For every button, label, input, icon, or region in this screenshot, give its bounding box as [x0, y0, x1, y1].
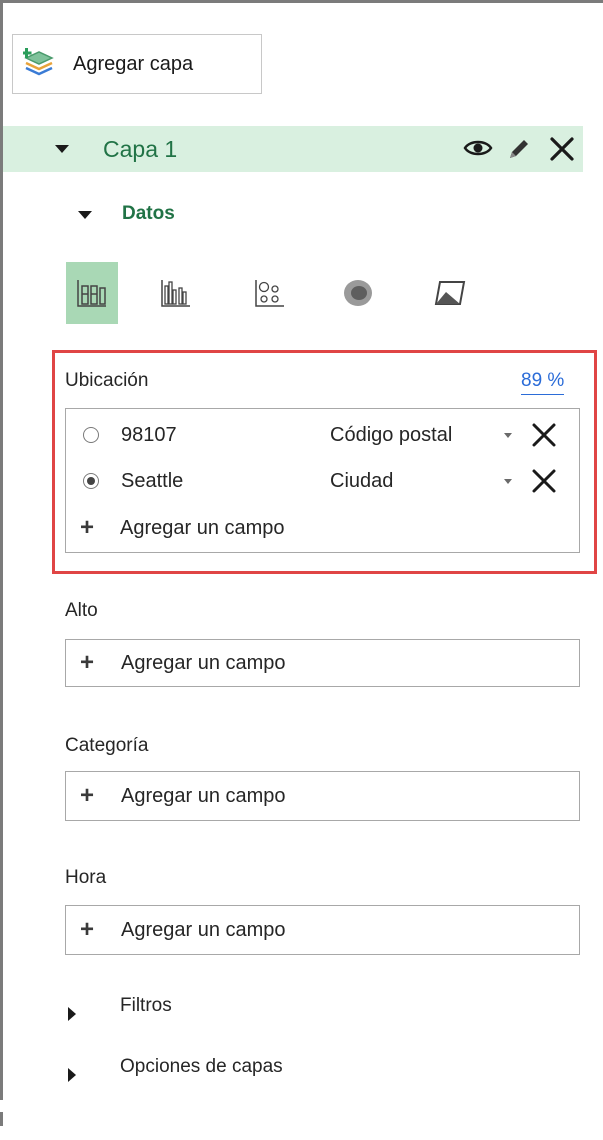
- layer-options-section[interactable]: Opciones de capas: [68, 1056, 283, 1082]
- location-confidence-link[interactable]: 89 %: [521, 370, 565, 395]
- heat-map-icon: [344, 280, 372, 306]
- category-label: Categoría: [65, 735, 149, 756]
- pencil-icon[interactable]: [506, 136, 532, 162]
- filters-section[interactable]: Filtros: [68, 995, 172, 1021]
- plus-icon: +: [80, 514, 95, 541]
- height-label: Alto: [65, 600, 98, 621]
- add-layer-button[interactable]: Agregar capa: [12, 34, 262, 94]
- remove-field-icon[interactable]: [531, 468, 557, 494]
- field-name: Seattle: [121, 469, 184, 492]
- location-field-list: 98107 Código postal Seattle Ciudad + Agr…: [65, 408, 580, 553]
- region-button[interactable]: [424, 262, 476, 324]
- field-radio-seattle[interactable]: [83, 473, 99, 489]
- location-field-row: Seattle Ciudad: [66, 461, 579, 501]
- collapse-layer-icon[interactable]: [55, 145, 69, 153]
- expand-icon[interactable]: [68, 1068, 76, 1082]
- add-field-label: Agregar un campo: [121, 652, 286, 674]
- height-field-box[interactable]: + Agregar un campo: [65, 639, 580, 687]
- filters-label: Filtros: [120, 995, 172, 1016]
- window-frame-top: [0, 0, 603, 3]
- eye-icon[interactable]: [463, 137, 493, 159]
- heat-map-button[interactable]: [332, 262, 384, 324]
- layer-options-label: Opciones de capas: [120, 1056, 283, 1077]
- time-field-box[interactable]: + Agregar un campo: [65, 905, 580, 955]
- plus-icon: +: [80, 782, 95, 809]
- add-layer-icon: [23, 48, 54, 76]
- window-frame-left-tail: [0, 1112, 3, 1126]
- location-label: Ubicación: [65, 370, 149, 391]
- bubble-icon: [255, 280, 284, 307]
- expand-icon[interactable]: [68, 1007, 76, 1021]
- add-layer-label: Agregar capa: [73, 52, 194, 75]
- field-radio-98107[interactable]: [83, 427, 99, 443]
- plus-icon: +: [80, 916, 95, 943]
- layer-header[interactable]: Capa 1: [3, 126, 583, 172]
- bubble-button[interactable]: [244, 262, 296, 324]
- chevron-down-icon[interactable]: [504, 432, 512, 438]
- data-section-label[interactable]: Datos: [122, 203, 175, 225]
- add-field-label: Agregar un campo: [121, 919, 286, 941]
- add-field-label: Agregar un campo: [120, 516, 285, 539]
- field-name: 98107: [121, 423, 177, 446]
- add-field-label: Agregar un campo: [121, 785, 286, 807]
- region-icon: [434, 281, 466, 305]
- time-label: Hora: [65, 867, 107, 888]
- clustered-column-button[interactable]: [150, 262, 202, 324]
- field-type-select[interactable]: Código postal: [330, 424, 452, 447]
- field-type-select[interactable]: Ciudad: [330, 470, 393, 493]
- remove-field-icon[interactable]: [531, 422, 557, 448]
- category-field-box[interactable]: + Agregar un campo: [65, 771, 580, 821]
- collapse-data-icon[interactable]: [78, 211, 92, 219]
- layer-name: Capa 1: [103, 136, 178, 162]
- plus-icon: +: [80, 649, 95, 676]
- location-add-field[interactable]: + Agregar un campo: [66, 508, 579, 548]
- location-field-row: 98107 Código postal: [66, 415, 579, 455]
- chevron-down-icon[interactable]: [504, 478, 512, 484]
- stacked-column-button[interactable]: [66, 262, 118, 324]
- clustered-column-icon: [161, 280, 190, 307]
- stacked-column-icon: [77, 280, 106, 307]
- close-icon[interactable]: [548, 135, 576, 163]
